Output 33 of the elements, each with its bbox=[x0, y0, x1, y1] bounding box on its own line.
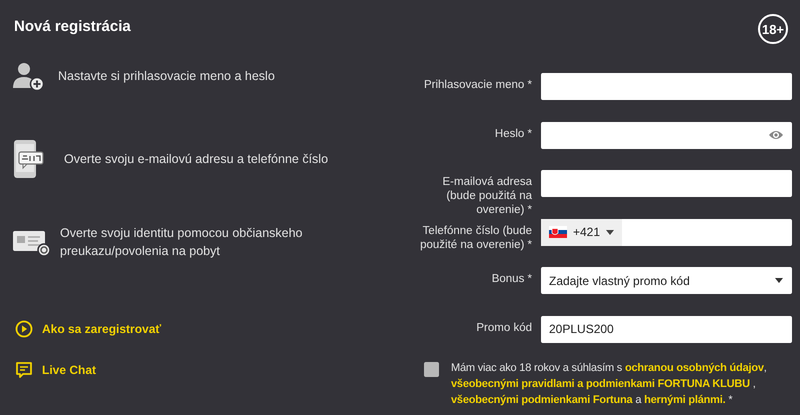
caret-icon bbox=[606, 230, 614, 234]
terms-link[interactable]: hernými plánmi. bbox=[644, 394, 726, 406]
caret-icon bbox=[775, 278, 783, 283]
field-label: Heslo * bbox=[494, 126, 532, 140]
input-field[interactable] bbox=[541, 73, 792, 100]
bonus-select[interactable]: Zadajte vlastný promo kód bbox=[541, 267, 792, 294]
help-link[interactable]: Ako sa zaregistrovať bbox=[15, 320, 162, 338]
terms-link[interactable]: ochranou osobných údajov bbox=[624, 362, 764, 374]
chat-icon bbox=[15, 361, 33, 379]
input-field[interactable]: 20PLUS200 bbox=[541, 316, 792, 342]
field-label: Promo kód bbox=[475, 320, 532, 334]
page-title: Nová registrácia bbox=[14, 18, 131, 34]
consent-text: Mám viac ako 18 rokov a súhlasím s ochranou osobných údajov, všeobecnými pravidlami a podmienkami FORTUNA KLUBU , všeobecnými podmienkami Fortuna a hernými plánmi. * bbox=[451, 361, 768, 408]
show-password-icon[interactable] bbox=[768, 129, 784, 141]
age-badge: 18+ bbox=[758, 14, 788, 44]
step-text: Nastavte si prihlasovacie meno a heslo bbox=[58, 68, 276, 85]
step-text: Overte svoju e-mailovú adresu a telefónne číslo bbox=[64, 151, 330, 168]
terms-link[interactable]: všeobecnými podmienkami Fortuna bbox=[451, 394, 632, 406]
password-field[interactable] bbox=[541, 122, 792, 148]
step-text: Overte svoju identitu pomocou občianskeho preukazu/povolenia na pobyt bbox=[60, 225, 304, 260]
country-code-dropdown[interactable]: +421 bbox=[541, 218, 622, 246]
flag-icon bbox=[549, 226, 567, 238]
field-label: Telefónne číslo (bude použité na overenie) * bbox=[419, 224, 532, 252]
user-add-icon bbox=[12, 61, 44, 91]
field-label: Prihlasovacie meno * bbox=[422, 78, 532, 92]
help-link[interactable]: Live Chat bbox=[15, 361, 96, 379]
phone-sms-icon bbox=[12, 139, 44, 179]
terms-link[interactable]: všeobecnými pravidlami a podmienkami FORTUNA KLUBU bbox=[451, 378, 750, 390]
play-icon bbox=[15, 320, 33, 338]
field-label: E-mailová adresa (bude použitá na overenie) * bbox=[442, 175, 532, 217]
consent-checkbox[interactable] bbox=[424, 362, 439, 377]
input-field[interactable] bbox=[541, 170, 792, 197]
field-label: Bonus * bbox=[490, 272, 532, 286]
